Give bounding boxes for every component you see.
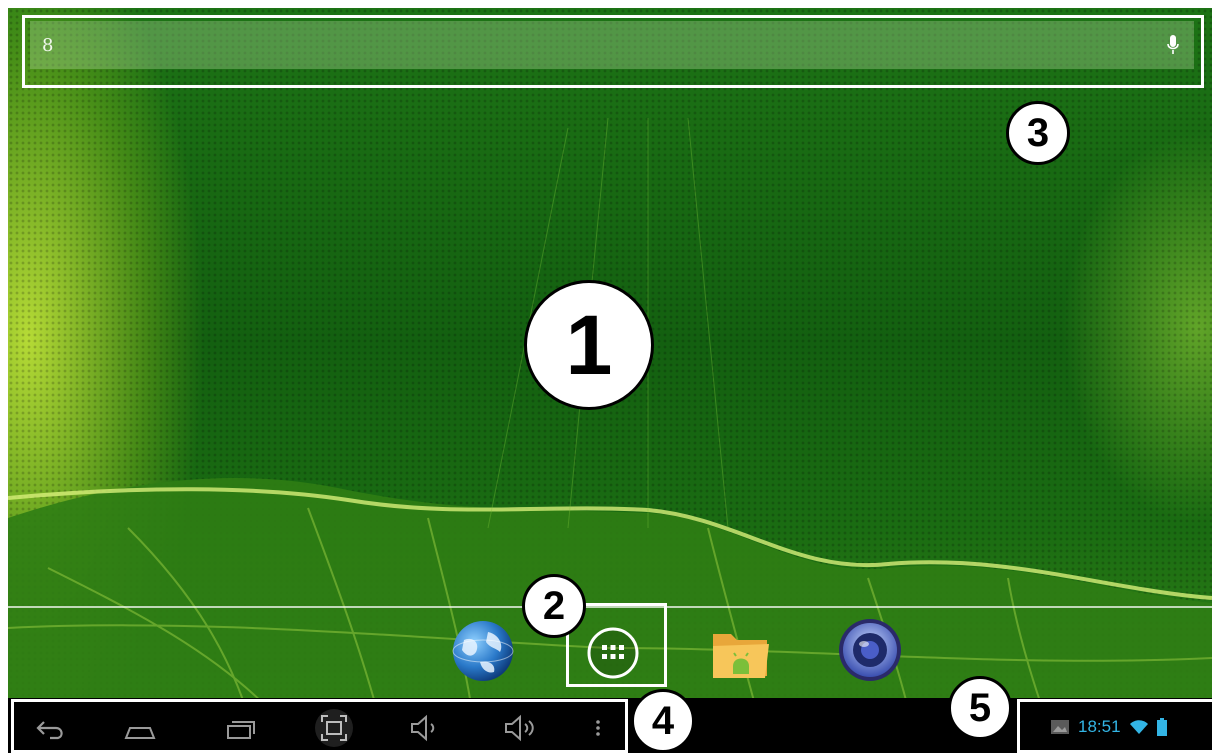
browser-globe-icon[interactable]	[450, 618, 516, 684]
callout-3: 3	[1006, 101, 1070, 165]
battery-icon	[1156, 718, 1167, 736]
volume-down-icon	[411, 714, 435, 742]
status-clock: 18:51	[1078, 717, 1121, 736]
all-apps-icon[interactable]	[585, 625, 641, 681]
callout-2: 2	[522, 574, 586, 638]
menu-icon	[596, 720, 600, 736]
screenshot-button[interactable]	[314, 708, 354, 748]
google-search-bar[interactable]: 8	[30, 21, 1194, 69]
callout-4: 4	[631, 689, 695, 753]
screenshot-icon	[315, 709, 353, 747]
volume-up-button[interactable]	[500, 708, 540, 748]
volume-up-icon	[505, 714, 534, 742]
wifi-icon	[1129, 720, 1148, 734]
home-icon	[124, 727, 156, 739]
status-area[interactable]: 18:51	[1050, 712, 1167, 742]
microphone-icon[interactable]	[1166, 34, 1180, 56]
recent-apps-button[interactable]	[222, 708, 262, 748]
back-icon	[36, 721, 63, 740]
menu-button[interactable]	[578, 708, 618, 748]
gallery-notification-icon[interactable]	[1050, 719, 1070, 735]
callout-5: 5	[948, 676, 1012, 740]
back-button[interactable]	[30, 708, 70, 748]
callout-1: 1	[524, 280, 654, 410]
recent-apps-icon	[227, 721, 255, 739]
music-player-icon[interactable]	[836, 616, 904, 684]
file-manager-icon[interactable]	[709, 622, 773, 682]
volume-down-button[interactable]	[404, 708, 444, 748]
google-icon[interactable]: 8	[42, 35, 53, 56]
home-button[interactable]	[120, 708, 160, 748]
